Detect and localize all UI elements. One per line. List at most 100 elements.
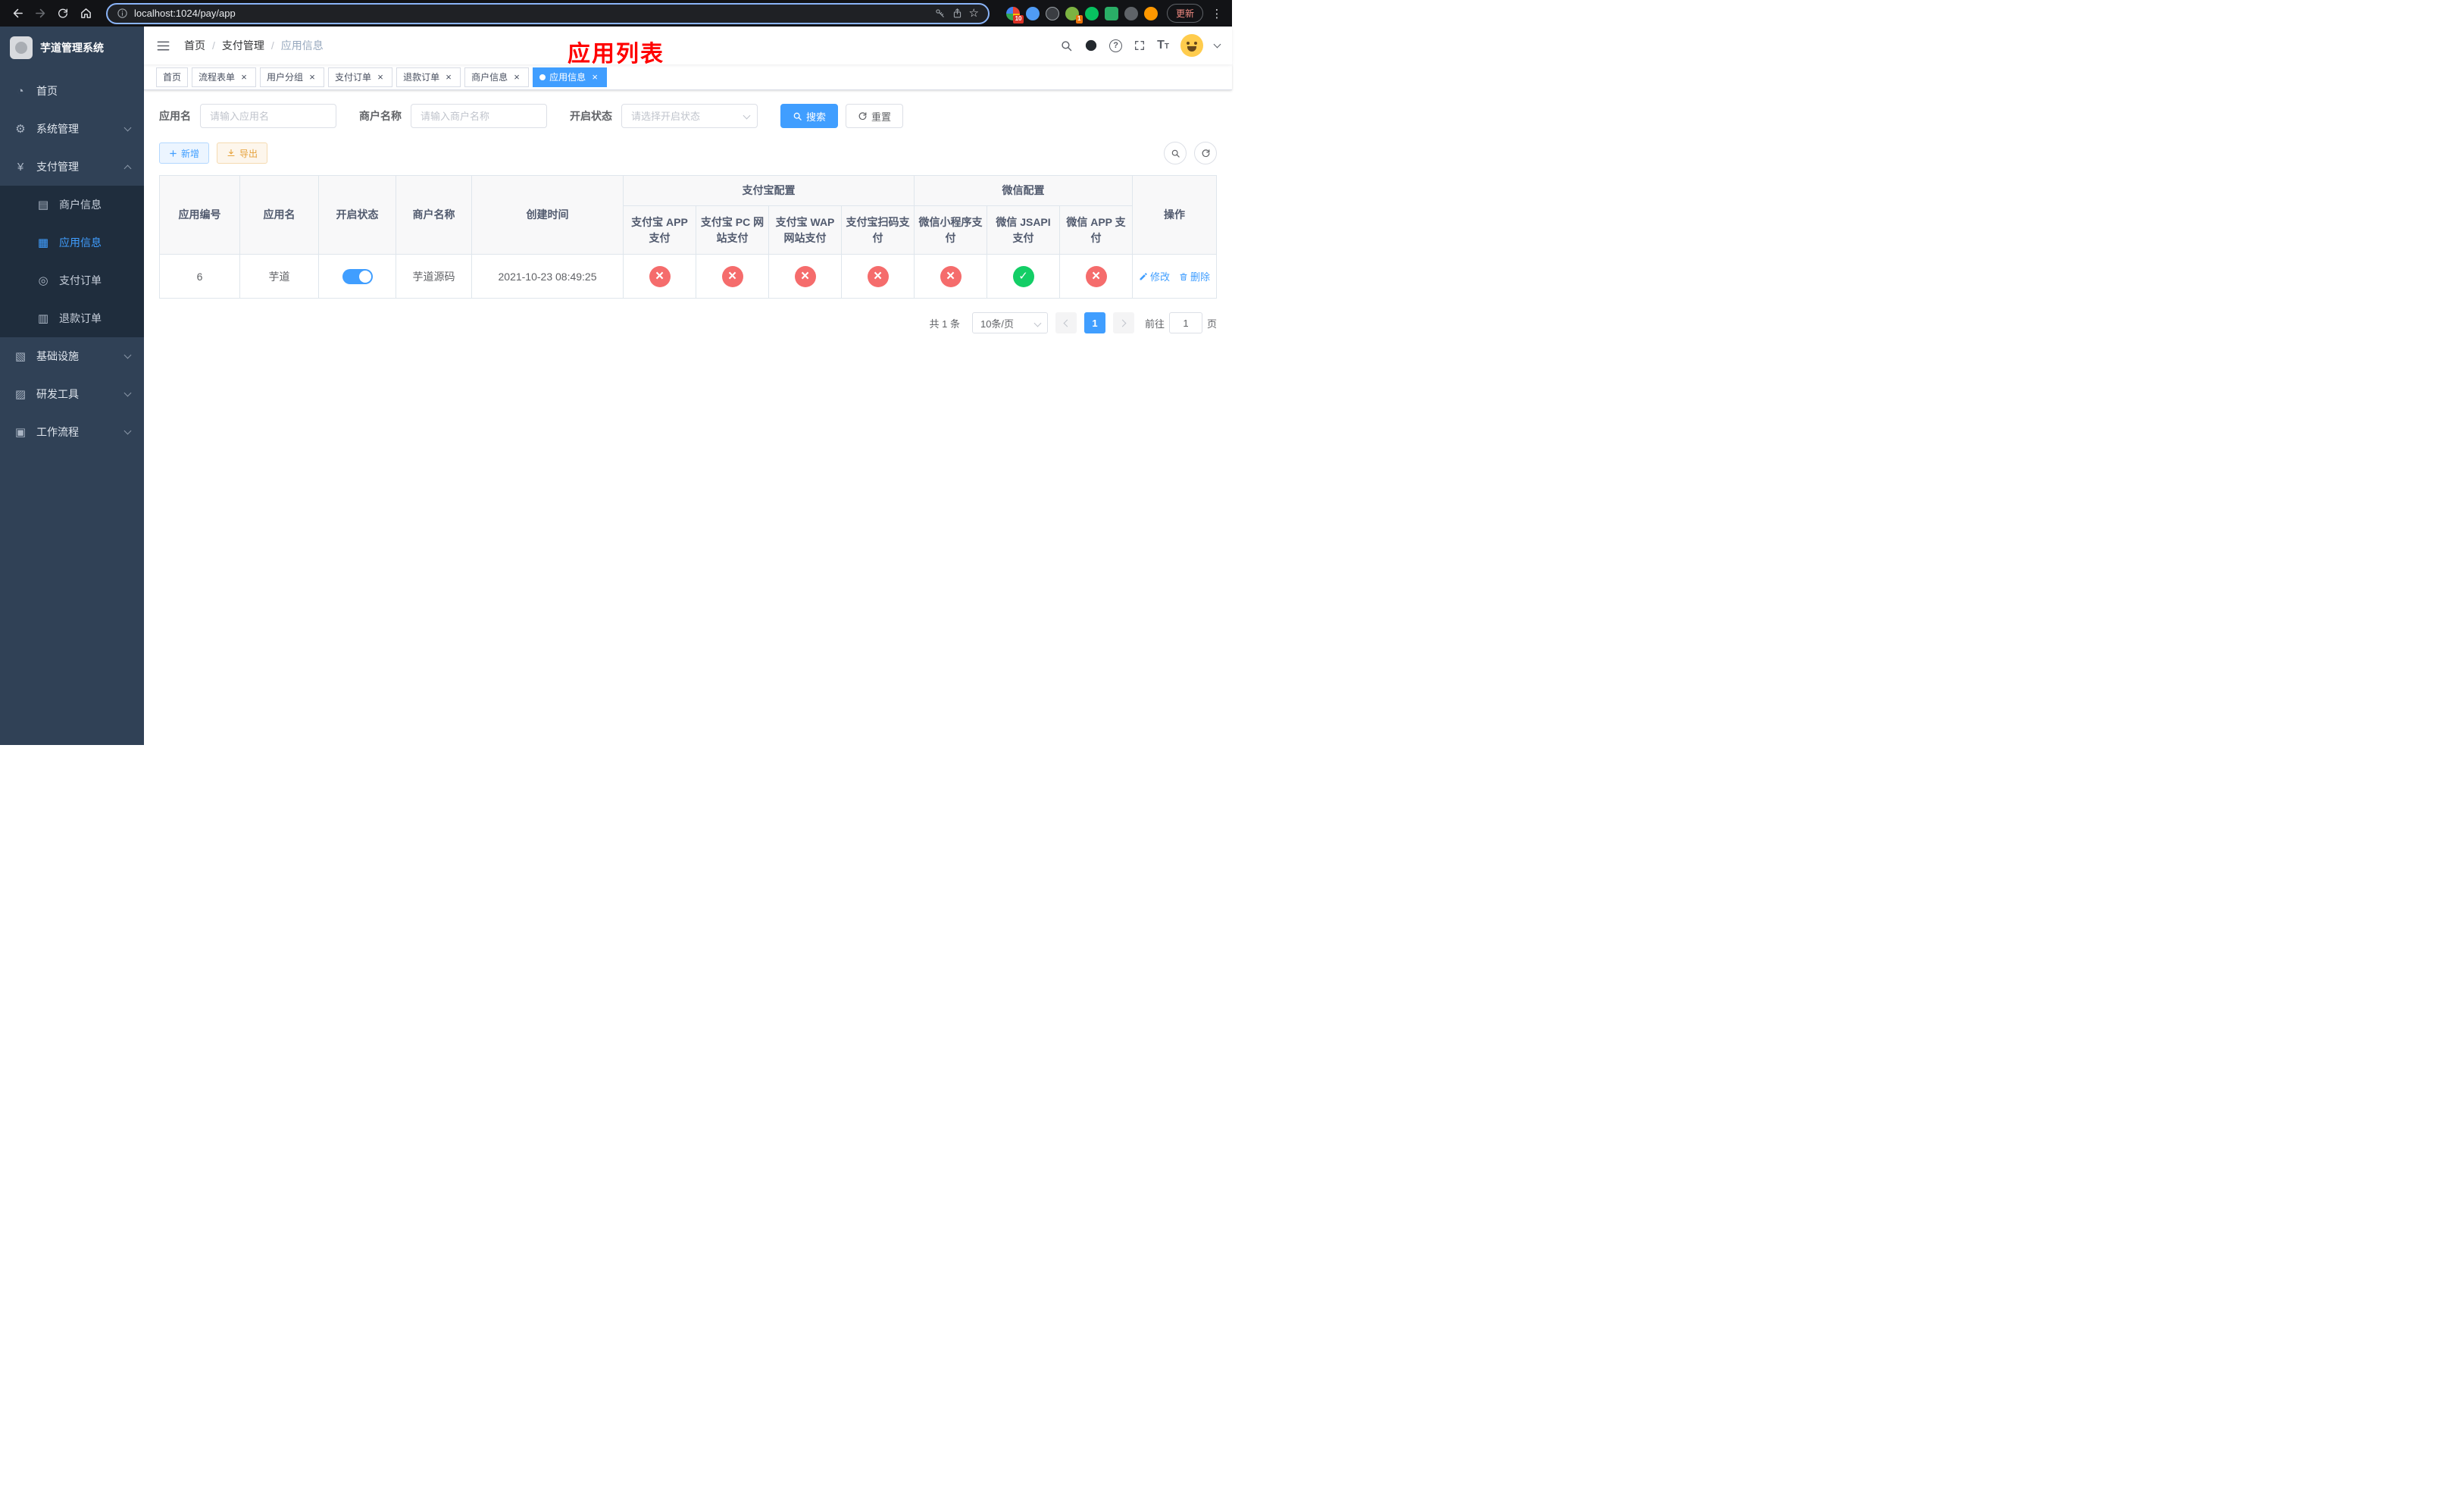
sidebar-item-dev-tools[interactable]: ▨ 研发工具 bbox=[0, 375, 144, 413]
status-toggle[interactable] bbox=[342, 268, 373, 284]
sidebar-logo[interactable]: 芋道管理系统 bbox=[0, 27, 144, 69]
sidebar-item-pay-order[interactable]: ◎ 支付订单 bbox=[0, 261, 144, 299]
tab-label: 流程表单 bbox=[199, 72, 236, 83]
sidebar-item-payment[interactable]: ¥ 支付管理 bbox=[0, 148, 144, 186]
pagination: 共 1 条 10条/页 1 前往 页 bbox=[159, 312, 1217, 333]
sidebar-item-workflow[interactable]: ▣ 工作流程 bbox=[0, 413, 144, 451]
share-icon[interactable] bbox=[952, 8, 963, 19]
extension-dark-icon[interactable] bbox=[1045, 6, 1059, 20]
trash-icon bbox=[1180, 273, 1187, 280]
close-icon[interactable] bbox=[307, 72, 317, 83]
search-button[interactable]: 搜索 bbox=[780, 104, 839, 128]
site-info-icon[interactable] bbox=[117, 8, 128, 19]
user-avatar[interactable] bbox=[1180, 34, 1203, 57]
grid-icon: ▦ bbox=[37, 236, 49, 249]
goto-page-input[interactable] bbox=[1168, 312, 1202, 333]
tags-view: 首页 流程表单 用户分组 支付订单 退款订单 商户信息 应用信息 bbox=[144, 64, 1232, 90]
close-icon[interactable] bbox=[511, 72, 522, 83]
page-number-button[interactable]: 1 bbox=[1083, 312, 1105, 333]
browser-menu-icon[interactable]: ⋮ bbox=[1209, 7, 1224, 20]
chevron-down-icon[interactable] bbox=[1213, 40, 1221, 48]
bookmark-star-icon[interactable]: ☆ bbox=[969, 8, 979, 19]
app-name-input[interactable] bbox=[200, 104, 336, 128]
col-header-app-id: 应用编号 bbox=[159, 175, 240, 255]
browser-back-button[interactable] bbox=[8, 4, 27, 23]
tab-refund-order[interactable]: 退款订单 bbox=[396, 67, 461, 87]
extension-green-circle-icon[interactable] bbox=[1084, 6, 1099, 20]
url-text[interactable]: localhost:1024/pay/app bbox=[134, 8, 928, 19]
reset-button[interactable]: 重置 bbox=[846, 104, 904, 128]
tab-label: 首页 bbox=[163, 72, 182, 83]
browser-toolbar: localhost:1024/pay/app ☆ 10 1 更新 ⋮ bbox=[0, 0, 1232, 27]
tab-merchant-info[interactable]: 商户信息 bbox=[464, 67, 530, 87]
tab-user-group[interactable]: 用户分组 bbox=[260, 67, 325, 87]
breadcrumb-home[interactable]: 首页 bbox=[184, 38, 205, 53]
extension-drop-icon[interactable] bbox=[1025, 6, 1040, 20]
filter-bar: 应用名 商户名称 开启状态 搜索 bbox=[159, 104, 1217, 128]
download-icon bbox=[227, 149, 235, 157]
prev-page-button[interactable] bbox=[1055, 312, 1077, 333]
cell-merchant: 芋道源码 bbox=[396, 254, 472, 299]
page-size-select[interactable]: 10条/页 bbox=[971, 312, 1048, 333]
tab-app-info[interactable]: 应用信息 bbox=[533, 67, 608, 87]
sidebar-item-infra[interactable]: ▧ 基础设施 bbox=[0, 337, 144, 375]
password-key-icon[interactable] bbox=[934, 8, 946, 19]
browser-forward-button[interactable] bbox=[30, 4, 50, 23]
goto-suffix: 页 bbox=[1206, 318, 1217, 330]
sidebar-toggle-icon[interactable] bbox=[156, 39, 170, 53]
address-bar[interactable]: localhost:1024/pay/app ☆ bbox=[106, 2, 990, 24]
edit-button[interactable]: 修改 bbox=[1139, 269, 1170, 283]
close-icon[interactable] bbox=[375, 72, 386, 83]
extensions-puzzle-icon[interactable] bbox=[1124, 6, 1138, 20]
browser-home-button[interactable] bbox=[76, 4, 95, 23]
extension-face-icon[interactable] bbox=[1143, 6, 1158, 20]
tab-pay-order[interactable]: 支付订单 bbox=[328, 67, 393, 87]
active-dot bbox=[539, 74, 546, 80]
add-button[interactable]: 新增 bbox=[159, 142, 210, 164]
sidebar-item-label: 退款订单 bbox=[59, 312, 102, 324]
filter-merchant: 商户名称 bbox=[359, 104, 547, 128]
sidebar-item-system[interactable]: ⚙ 系统管理 bbox=[0, 110, 144, 148]
sidebar-item-merchant-info[interactable]: ▤ 商户信息 bbox=[0, 186, 144, 224]
goto-label: 前往 bbox=[1144, 318, 1165, 330]
close-icon[interactable] bbox=[239, 72, 249, 83]
col-header-alipay-wap: 支付宝 WAP 网站支付 bbox=[768, 205, 842, 255]
edit-button-label: 修改 bbox=[1149, 271, 1170, 283]
next-page-button[interactable] bbox=[1112, 312, 1134, 333]
chevron-down-icon bbox=[124, 427, 132, 435]
breadcrumb-payment[interactable]: 支付管理 bbox=[222, 38, 264, 53]
extension-avatar-icon[interactable]: 1 bbox=[1065, 6, 1083, 23]
status-select[interactable] bbox=[621, 104, 758, 128]
close-icon[interactable] bbox=[589, 72, 600, 83]
sidebar-item-refund-order[interactable]: ▥ 退款订单 bbox=[0, 299, 144, 337]
workflow-icon: ▣ bbox=[14, 426, 27, 439]
merchant-name-input[interactable] bbox=[411, 104, 547, 128]
cell-wx-mini bbox=[914, 254, 987, 299]
filter-app-name: 应用名 bbox=[159, 104, 336, 128]
fullscreen-icon[interactable] bbox=[1134, 39, 1146, 52]
extension-chat-icon[interactable] bbox=[1104, 6, 1118, 20]
tab-home[interactable]: 首页 bbox=[156, 67, 189, 87]
tab-process-form[interactable]: 流程表单 bbox=[192, 67, 257, 87]
browser-reload-button[interactable] bbox=[53, 4, 73, 23]
font-size-icon[interactable]: TT bbox=[1157, 39, 1169, 52]
col-header-alipay-pc: 支付宝 PC 网站支付 bbox=[696, 205, 769, 255]
search-icon bbox=[1171, 149, 1180, 158]
col-header-wx-app: 微信 APP 支付 bbox=[1058, 205, 1134, 255]
help-icon[interactable]: ? bbox=[1109, 39, 1123, 52]
export-button[interactable]: 导出 bbox=[217, 142, 268, 164]
delete-button[interactable]: 删除 bbox=[1179, 269, 1210, 283]
gear-icon: ⚙ bbox=[15, 123, 26, 136]
tab-label: 退款订单 bbox=[403, 72, 440, 83]
search-icon[interactable] bbox=[1060, 39, 1073, 52]
sidebar-item-app-info[interactable]: ▦ 应用信息 bbox=[0, 224, 144, 261]
github-icon[interactable] bbox=[1084, 39, 1098, 52]
refresh-table-button[interactable] bbox=[1194, 142, 1217, 164]
toggle-search-button[interactable] bbox=[1164, 142, 1187, 164]
sidebar-item-home[interactable]: ◔ 首页 bbox=[0, 72, 144, 110]
extension-grid-icon[interactable]: 10 bbox=[1005, 6, 1024, 23]
close-icon[interactable] bbox=[443, 72, 454, 83]
col-header-merchant: 商户名称 bbox=[396, 175, 472, 255]
status-select-input[interactable] bbox=[621, 104, 758, 128]
browser-update-button[interactable]: 更新 bbox=[1166, 4, 1203, 23]
